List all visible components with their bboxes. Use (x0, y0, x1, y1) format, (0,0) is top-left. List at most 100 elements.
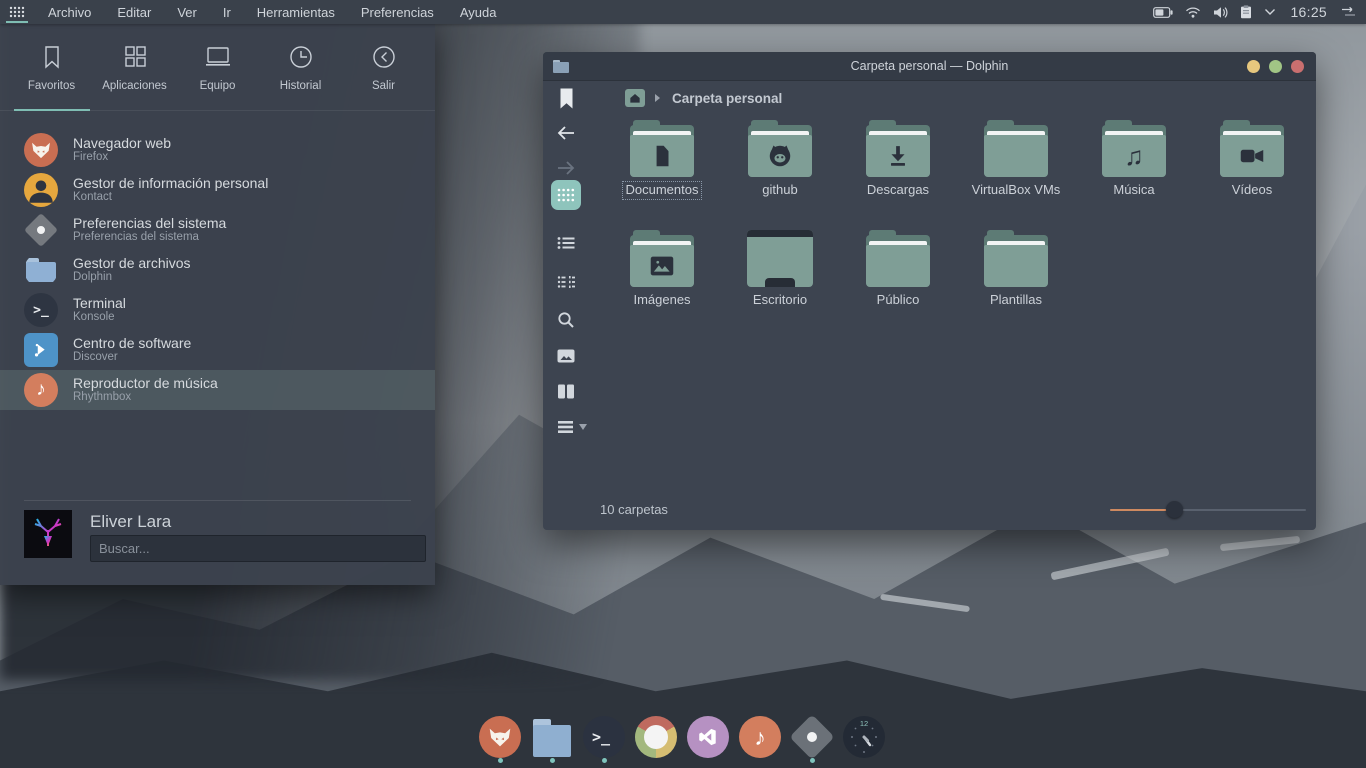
folder-label: Descargas (864, 182, 932, 199)
menu-ir[interactable]: Ir (223, 5, 231, 20)
dock-rhythmbox[interactable]: ♪ (739, 716, 781, 760)
folder-imagenes[interactable]: Imágenes (603, 230, 721, 326)
split-view-icon (557, 384, 575, 399)
tab-label: Historial (280, 80, 322, 92)
icons-view-button[interactable] (551, 180, 581, 210)
search-input[interactable] (90, 535, 426, 562)
tab-favoritos[interactable]: Favoritos (10, 24, 93, 110)
compact-view-button[interactable] (552, 268, 580, 296)
chevron-down-icon (579, 424, 587, 430)
app-item-firefox[interactable]: Navegador webFirefox (0, 130, 435, 170)
maximize-button[interactable] (1269, 60, 1282, 73)
menu-herramientas[interactable]: Herramientas (257, 5, 335, 20)
folder-plantillas[interactable]: Plantillas (957, 230, 1075, 326)
menu-ayuda[interactable]: Ayuda (460, 5, 497, 20)
folder-publico[interactable]: Público (839, 230, 957, 326)
folder-documentos[interactable]: Documentos (603, 120, 721, 216)
volume-icon[interactable] (1213, 6, 1228, 19)
launcher-tabs: Favoritos Aplicaciones Equipo Historial … (10, 24, 425, 110)
menu-preferencias[interactable]: Preferencias (361, 5, 434, 20)
zoom-slider[interactable] (1110, 508, 1306, 512)
app-item-system-settings[interactable]: Preferencias del sistemaPreferencias del… (0, 210, 435, 250)
app-title: Gestor de información personal (73, 175, 268, 191)
folder-view: Documentos github Descargas VirtualBox V… (603, 120, 1311, 340)
app-subtitle: Discover (73, 351, 191, 364)
dock-vscode[interactable] (687, 716, 729, 760)
desktop: Archivo Editar Ver Ir Herramientas Prefe… (0, 0, 1366, 768)
menu-ver[interactable]: Ver (177, 5, 197, 20)
folder-label: Vídeos (1229, 182, 1275, 199)
panel-toggle-icon[interactable] (1341, 6, 1356, 18)
divider (24, 500, 411, 501)
folder-videos[interactable]: Vídeos (1193, 120, 1311, 216)
app-item-dolphin[interactable]: Gestor de archivosDolphin (0, 250, 435, 290)
dock-clock[interactable]: 12 (843, 716, 885, 760)
close-button[interactable] (1291, 60, 1304, 73)
tab-equipo[interactable]: Equipo (176, 24, 259, 110)
split-view-button[interactable] (552, 377, 580, 405)
wifi-icon[interactable] (1185, 6, 1201, 18)
folder-label: Plantillas (987, 292, 1045, 309)
minimize-button[interactable] (1247, 60, 1260, 73)
running-indicator (810, 758, 815, 763)
breadcrumb-arrow-icon (655, 94, 660, 102)
app-title: Gestor de archivos (73, 255, 191, 271)
menu-button[interactable] (552, 413, 592, 441)
dock-file-manager[interactable] (531, 716, 573, 760)
folder-github[interactable]: github (721, 120, 839, 216)
dock-chromium[interactable] (635, 716, 677, 760)
avatar[interactable] (24, 510, 72, 558)
computer-icon (203, 43, 233, 71)
document-emblem-icon (629, 135, 695, 177)
menu-editar[interactable]: Editar (117, 5, 151, 20)
tab-label: Aplicaciones (102, 80, 167, 92)
status-text: 10 carpetas (600, 502, 668, 517)
titlebar[interactable]: Carpeta personal — Dolphin (543, 52, 1316, 81)
firefox-icon (24, 133, 58, 167)
music-emblem-icon: ♫ (1101, 135, 1167, 177)
clock-icon: 12 (843, 716, 885, 758)
app-subtitle: Dolphin (73, 271, 191, 284)
chevron-down-icon[interactable] (1264, 8, 1276, 16)
panel-clock[interactable]: 16:25 (1290, 4, 1327, 20)
folder-musica[interactable]: ♫ Música (1075, 120, 1193, 216)
running-indicator (498, 758, 503, 763)
forward-button[interactable] (552, 154, 580, 182)
app-item-rhythmbox[interactable]: ♪ Reproductor de músicaRhythmbox (0, 370, 435, 410)
app-item-discover[interactable]: Centro de softwareDiscover (0, 330, 435, 370)
tab-aplicaciones[interactable]: Aplicaciones (93, 24, 176, 110)
preview-button[interactable] (552, 342, 580, 370)
app-item-konsole[interactable]: >_ TerminalKonsole (0, 290, 435, 330)
dolphin-icon (24, 253, 58, 287)
folder-virtualbox-vms[interactable]: VirtualBox VMs (957, 120, 1075, 216)
app-subtitle: Rhythmbox (73, 391, 218, 404)
window-folder-icon (553, 60, 569, 73)
dock: >_ ♪ 12 (479, 716, 885, 768)
location-bar: Carpeta personal (543, 80, 1316, 116)
menu-archivo[interactable]: Archivo (48, 5, 91, 20)
battery-icon[interactable] (1153, 7, 1173, 18)
search-button[interactable] (552, 306, 580, 334)
app-launcher-button[interactable] (2, 0, 32, 24)
folder-descargas[interactable]: Descargas (839, 120, 957, 216)
list-view-button[interactable] (552, 229, 580, 257)
dock-system-settings[interactable] (791, 716, 833, 760)
breadcrumb-location[interactable]: Carpeta personal (672, 91, 782, 106)
app-item-kontact[interactable]: Gestor de información personalKontact (0, 170, 435, 210)
app-title: Reproductor de música (73, 375, 218, 391)
home-folder-icon[interactable] (625, 89, 645, 107)
back-button[interactable] (552, 119, 580, 147)
folder-label: github (759, 182, 800, 199)
dock-terminal[interactable]: >_ (583, 716, 625, 760)
dock-firefox[interactable] (479, 716, 521, 760)
clipboard-icon[interactable] (1240, 5, 1252, 19)
slider-knob[interactable] (1166, 501, 1183, 518)
places-panel-handle-icon[interactable] (560, 88, 573, 109)
bookmark-icon (39, 43, 65, 71)
search-icon (557, 311, 575, 329)
tab-salir[interactable]: Salir (342, 24, 425, 110)
octocat-emblem-icon (747, 135, 813, 177)
folder-escritorio[interactable]: Escritorio (721, 230, 839, 326)
tab-historial[interactable]: Historial (259, 24, 342, 110)
hamburger-icon (558, 420, 575, 434)
